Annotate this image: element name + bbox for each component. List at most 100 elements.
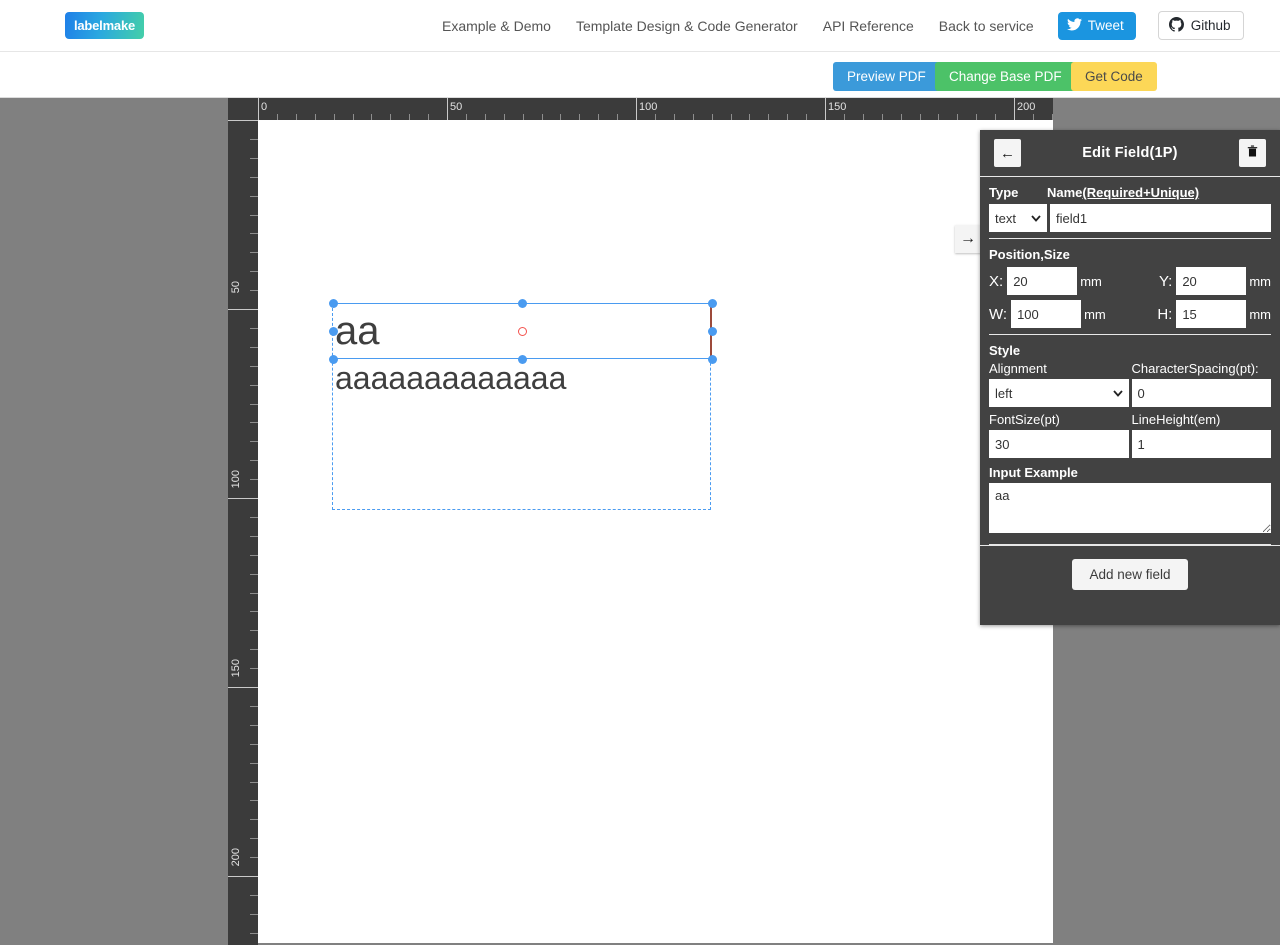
resize-handle-bottom-left[interactable]: [329, 355, 338, 364]
ruler-v-minor-tick: [250, 706, 258, 707]
ruler-v-minor-tick: [250, 555, 258, 556]
resize-handle-middle-left[interactable]: [329, 327, 338, 336]
pdf-page-canvas[interactable]: aa aaaaaaaaaaaaa: [258, 120, 1053, 943]
ruler-v-minor-tick: [250, 422, 258, 423]
ruler-corner: [228, 98, 258, 120]
ruler-v-minor-tick: [250, 649, 258, 650]
section-position-size: Position,Size X: mm Y: mm W: mm H: mm: [989, 239, 1271, 335]
github-button[interactable]: Github: [1158, 11, 1244, 40]
name-input[interactable]: [1050, 204, 1271, 232]
ruler-v-minor-tick: [250, 895, 258, 896]
ruler-v-minor-tick: [250, 460, 258, 461]
ruler-v-minor-tick: [250, 479, 258, 480]
ruler-h-label: 0: [258, 101, 267, 113]
x-input[interactable]: [1007, 267, 1077, 295]
w-input[interactable]: [1011, 300, 1081, 328]
panel-footer: Add new field: [980, 545, 1280, 603]
ruler-v-minor-tick: [250, 290, 258, 291]
type-select[interactable]: text: [989, 204, 1047, 232]
panel-header: ← Edit Field(1P): [980, 130, 1280, 177]
ruler-v-minor-tick: [250, 838, 258, 839]
ruler-v-minor-tick: [250, 233, 258, 234]
ruler-v-label: 100: [230, 470, 242, 488]
labelmake-logo[interactable]: labelmake: [65, 12, 144, 39]
edit-field-panel: ← Edit Field(1P) Type Name(Required+Uniq…: [980, 130, 1280, 625]
h-input[interactable]: [1176, 300, 1246, 328]
ruler-v-minor-tick: [250, 536, 258, 537]
font-size-label: FontSize(pt): [989, 412, 1129, 427]
ruler-v-major-tick: [228, 876, 258, 877]
action-bar: Preview PDF Change Base PDF Get Code: [0, 52, 1280, 98]
ruler-v-label: 150: [230, 659, 242, 677]
twitter-icon: [1067, 18, 1082, 34]
name-label: Name(Required+Unique): [1047, 185, 1199, 200]
ruler-v-major-tick: [228, 309, 258, 310]
resize-handle-bottom-center[interactable]: [518, 355, 527, 364]
ruler-h-label: 50: [447, 101, 462, 113]
ruler-h-label: 100: [636, 101, 657, 113]
vertical-ruler: 50100150200: [228, 120, 258, 945]
ruler-v-minor-tick: [250, 611, 258, 612]
x-unit: mm: [1080, 274, 1102, 289]
ruler-v-minor-tick: [250, 782, 258, 783]
ruler-v-minor-tick: [250, 744, 258, 745]
alignment-select[interactable]: left: [989, 379, 1129, 407]
preview-pdf-button[interactable]: Preview PDF: [833, 62, 940, 91]
ruler-v-major-tick: [228, 687, 258, 688]
font-size-input[interactable]: [989, 430, 1129, 458]
delete-field-button[interactable]: [1239, 139, 1266, 167]
character-spacing-input[interactable]: [1132, 379, 1272, 407]
rotate-handle[interactable]: [518, 327, 527, 336]
github-icon: [1169, 17, 1184, 35]
nav-link-example-demo[interactable]: Example & Demo: [442, 18, 551, 34]
position-size-label: Position,Size: [989, 247, 1271, 262]
ruler-v-major-tick: [228, 120, 258, 121]
ruler-v-minor-tick: [250, 441, 258, 442]
ruler-v-label: 200: [230, 848, 242, 866]
resize-handle-middle-right[interactable]: [708, 327, 717, 336]
ruler-v-minor-tick: [250, 593, 258, 594]
trash-icon: [1247, 144, 1258, 162]
ruler-v-minor-tick: [250, 139, 258, 140]
ruler-v-major-tick: [228, 498, 258, 499]
add-new-field-button[interactable]: Add new field: [1072, 559, 1187, 590]
input-example-textarea[interactable]: [989, 483, 1271, 533]
h-unit: mm: [1249, 307, 1271, 322]
ruler-v-minor-tick: [250, 271, 258, 272]
ruler-v-minor-tick: [250, 328, 258, 329]
ruler-v-minor-tick: [250, 404, 258, 405]
panel-title: Edit Field(1P): [980, 145, 1280, 161]
ruler-v-minor-tick: [250, 914, 258, 915]
ruler-v-minor-tick: [250, 763, 258, 764]
nav-link-back-to-service[interactable]: Back to service: [939, 18, 1034, 34]
character-spacing-label: CharacterSpacing(pt):: [1132, 361, 1272, 376]
y-unit: mm: [1249, 274, 1271, 289]
input-example-label: Input Example: [989, 465, 1271, 480]
panel-toggle-button[interactable]: →: [955, 225, 981, 253]
line-height-input[interactable]: [1132, 430, 1272, 458]
ruler-v-minor-tick: [250, 215, 258, 216]
nav-link-template-design[interactable]: Template Design & Code Generator: [576, 18, 798, 34]
ruler-v-minor-tick: [250, 933, 258, 934]
x-label: X:: [989, 273, 1003, 290]
ruler-v-minor-tick: [250, 630, 258, 631]
resize-handle-top-right[interactable]: [708, 299, 717, 308]
ruler-h-label: 200: [1014, 101, 1035, 113]
ruler-v-minor-tick: [250, 800, 258, 801]
resize-handle-bottom-right[interactable]: [708, 355, 717, 364]
ruler-v-minor-tick: [250, 366, 258, 367]
change-base-pdf-button[interactable]: Change Base PDF: [935, 62, 1076, 91]
back-arrow-button[interactable]: ←: [994, 139, 1021, 167]
y-input[interactable]: [1176, 267, 1246, 295]
resize-handle-top-left[interactable]: [329, 299, 338, 308]
tweet-label: Tweet: [1088, 18, 1124, 33]
ruler-v-minor-tick: [250, 668, 258, 669]
nav-link-api-reference[interactable]: API Reference: [823, 18, 914, 34]
get-code-button[interactable]: Get Code: [1071, 62, 1157, 91]
ruler-v-minor-tick: [250, 857, 258, 858]
tweet-button[interactable]: Tweet: [1058, 12, 1136, 40]
github-label: Github: [1191, 18, 1231, 33]
resize-handle-top-center[interactable]: [518, 299, 527, 308]
y-label: Y:: [1159, 273, 1172, 290]
ruler-v-minor-tick: [250, 385, 258, 386]
